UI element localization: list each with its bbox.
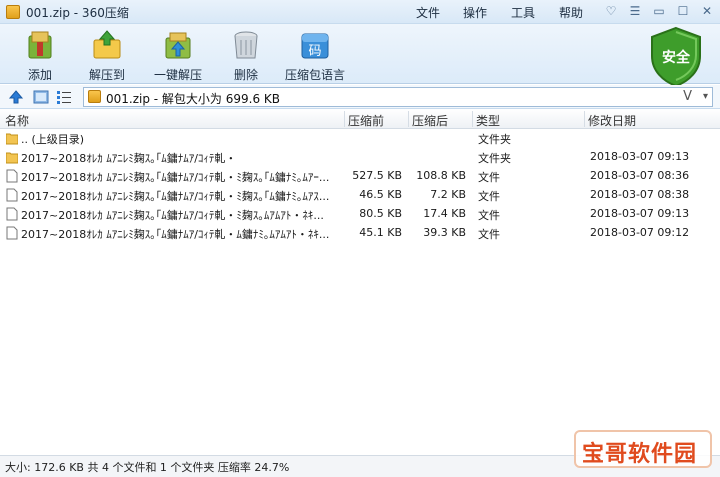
folder-icon xyxy=(6,133,18,145)
list-item[interactable]: 2017~2018ｵﾚｶ ﾑｱﾆﾚﾐ麹ｽ｡｢ﾑ鏞ﾅﾑｱ/ｺｨﾃ軋・ﾐ麹ｽ｡｢ﾑ鏞… xyxy=(0,167,720,186)
column-packed[interactable]: 压缩前 xyxy=(348,112,384,129)
file-list: .. (上级目录) 文件夹 2017~2018ｵﾚｶ ﾑｱﾆﾚﾐ麹ｽ｡｢ﾑ鏞ﾅﾑ… xyxy=(0,129,720,453)
address-field[interactable]: 001.zip - 解包大小为 699.6 KB V ▾ xyxy=(83,87,713,107)
file-icon xyxy=(6,188,18,202)
file-packed: 46.5 KB xyxy=(359,188,402,201)
file-name: 2017~2018ｵﾚｶ ﾑｱﾆﾚﾐ麹ｽ｡｢ﾑ鏞ﾅﾑｱ/ｺｨﾃ軋・ xyxy=(21,152,237,165)
delete-button[interactable]: 删除 xyxy=(226,28,266,83)
minimize-button[interactable]: ▭ xyxy=(648,2,670,21)
file-packed: 45.1 KB xyxy=(359,226,402,239)
file-size: 7.2 KB xyxy=(430,188,466,201)
menu-file[interactable]: 文件 xyxy=(416,4,440,21)
main-menu-button[interactable]: ☰ xyxy=(624,2,646,21)
column-size[interactable]: 压缩后 xyxy=(412,112,448,129)
address-path: 001.zip - 解包大小为 699.6 KB xyxy=(106,92,281,106)
file-size: 39.3 KB xyxy=(423,226,466,239)
file-type: 文件夹 xyxy=(478,133,511,146)
address-v-button[interactable]: V xyxy=(683,89,692,104)
file-icon xyxy=(6,207,18,221)
add-button[interactable]: 添加 xyxy=(20,28,60,83)
archive-language-icon: 码 xyxy=(301,33,329,59)
list-view-icon[interactable] xyxy=(56,89,72,105)
column-divider[interactable] xyxy=(344,111,345,127)
file-packed: 527.5 KB xyxy=(352,169,402,182)
archive-language-label: 压缩包语言 xyxy=(284,68,345,82)
menu-help[interactable]: 帮助 xyxy=(559,4,583,21)
add-icon xyxy=(28,31,52,59)
file-icon xyxy=(6,226,18,240)
close-button[interactable]: ✕ xyxy=(696,2,718,21)
file-type: 文件 xyxy=(478,209,500,222)
folder-icon xyxy=(6,152,18,164)
file-name: 2017~2018ｵﾚｶ ﾑｱﾆﾚﾐ麹ｽ｡｢ﾑ鏞ﾅﾑｱ/ｺｨﾃ軋・ﾐ麹ｽ｡ﾑｱﾑ… xyxy=(21,209,324,222)
file-type: 文件夹 xyxy=(478,152,511,165)
file-type: 文件 xyxy=(478,171,500,184)
file-packed: 80.5 KB xyxy=(359,207,402,220)
add-label: 添加 xyxy=(27,68,52,82)
column-divider[interactable] xyxy=(584,111,585,127)
file-size: 17.4 KB xyxy=(423,207,466,220)
toolbar: 添加 解压到 一键解压 删除 码 压缩包语言 安全 xyxy=(0,24,720,88)
extract-to-button[interactable]: 解压到 xyxy=(84,28,130,83)
file-date: 2018-03-07 09:13 xyxy=(590,207,690,220)
address-bar: 001.zip - 解包大小为 699.6 KB V ▾ xyxy=(0,85,720,109)
watermark-logo: 宝哥软件园 xyxy=(574,430,712,468)
window-title: 001.zip - 360压缩 xyxy=(26,6,129,20)
menu-tools[interactable]: 工具 xyxy=(511,4,535,21)
file-type: 文件 xyxy=(478,228,500,241)
menu-operation[interactable]: 操作 xyxy=(463,4,487,21)
file-name: .. (上级目录) xyxy=(21,133,85,146)
file-name: 2017~2018ｵﾚｶ ﾑｱﾆﾚﾐ麹ｽ｡｢ﾑ鏞ﾅﾑｱ/ｺｨﾃ軋・ﾐ麹ｽ｡｢ﾑ鏞… xyxy=(21,190,330,203)
file-date: 2018-03-07 08:38 xyxy=(590,188,690,201)
column-divider[interactable] xyxy=(408,111,409,127)
trash-icon xyxy=(234,31,258,59)
watermark-text: 宝哥软件园 xyxy=(582,442,698,467)
one-click-extract-icon xyxy=(165,32,191,59)
list-item[interactable]: .. (上级目录) 文件夹 xyxy=(0,129,720,148)
delete-label: 删除 xyxy=(233,68,258,82)
zip-app-icon xyxy=(6,5,20,19)
file-name: 2017~2018ｵﾚｶ ﾑｱﾆﾚﾐ麹ｽ｡｢ﾑ鏞ﾅﾑｱ/ｺｨﾃ軋・ﾑ鏞ﾅﾐ｡ﾑｱ… xyxy=(21,228,330,241)
status-text: 大小: 172.6 KB 共 4 个文件和 1 个文件夹 压缩率 24.7% xyxy=(5,461,290,474)
extract-to-label: 解压到 xyxy=(88,68,125,82)
one-click-extract-button[interactable]: 一键解压 xyxy=(150,28,206,83)
file-date: 2018-03-07 09:13 xyxy=(590,150,690,163)
column-header: 名称 压缩前 压缩后 类型 修改日期 xyxy=(0,109,720,129)
thumbnail-view-icon[interactable] xyxy=(33,89,49,105)
file-type: 文件 xyxy=(478,190,500,203)
maximize-button[interactable]: ☐ xyxy=(672,2,694,21)
file-date: 2018-03-07 08:36 xyxy=(590,169,690,182)
zip-file-icon xyxy=(88,90,101,103)
file-size: 108.8 KB xyxy=(416,169,466,182)
one-click-extract-label: 一键解压 xyxy=(153,68,202,82)
language-glyph: 码 xyxy=(308,44,321,59)
column-divider[interactable] xyxy=(472,111,473,127)
security-shield-icon[interactable]: 安全 xyxy=(648,26,704,88)
list-item[interactable]: 2017~2018ｵﾚｶ ﾑｱﾆﾚﾐ麹ｽ｡｢ﾑ鏞ﾅﾑｱ/ｺｨﾃ軋・ﾐ麹ｽ｡ﾑｱﾑ… xyxy=(0,205,720,224)
up-level-icon[interactable] xyxy=(8,89,24,105)
archive-language-button[interactable]: 码 压缩包语言 xyxy=(284,28,346,83)
title-bar: 001.zip - 360压缩 文件 操作 工具 帮助 ♡ ☰ ▭ ☐ ✕ xyxy=(0,0,720,24)
list-item[interactable]: 2017~2018ｵﾚｶ ﾑｱﾆﾚﾐ麹ｽ｡｢ﾑ鏞ﾅﾑｱ/ｺｨﾃ軋・ﾐ麹ｽ｡｢ﾑ鏞… xyxy=(0,186,720,205)
extract-to-icon xyxy=(93,30,121,59)
column-name[interactable]: 名称 xyxy=(5,112,29,129)
list-item[interactable]: 2017~2018ｵﾚｶ ﾑｱﾆﾚﾐ麹ｽ｡｢ﾑ鏞ﾅﾑｱ/ｺｨﾃ軋・ 文件夹 20… xyxy=(0,148,720,167)
skin-button[interactable]: ♡ xyxy=(600,2,622,21)
file-icon xyxy=(6,169,18,183)
column-type[interactable]: 类型 xyxy=(476,112,500,129)
security-label: 安全 xyxy=(662,49,691,66)
file-name: 2017~2018ｵﾚｶ ﾑｱﾆﾚﾐ麹ｽ｡｢ﾑ鏞ﾅﾑｱ/ｺｨﾃ軋・ﾐ麹ｽ｡｢ﾑ鏞… xyxy=(21,171,330,184)
address-dropdown-icon[interactable]: ▾ xyxy=(703,91,708,102)
column-date[interactable]: 修改日期 xyxy=(588,112,636,129)
list-item[interactable]: 2017~2018ｵﾚｶ ﾑｱﾆﾚﾐ麹ｽ｡｢ﾑ鏞ﾅﾑｱ/ｺｨﾃ軋・ﾑ鏞ﾅﾐ｡ﾑｱ… xyxy=(0,224,720,243)
file-date: 2018-03-07 09:12 xyxy=(590,226,690,239)
